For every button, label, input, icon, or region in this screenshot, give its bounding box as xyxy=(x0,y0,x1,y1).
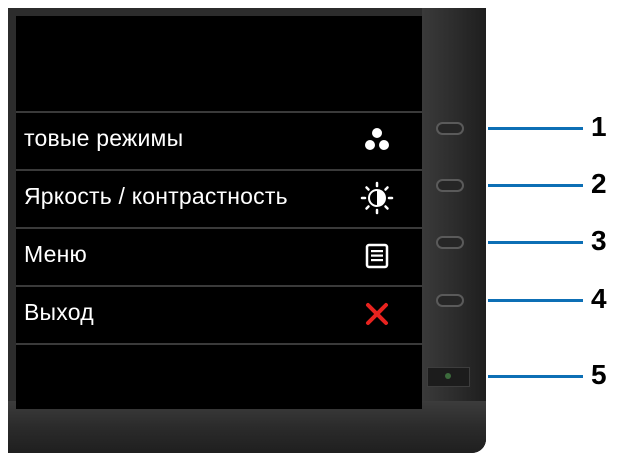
callout-line xyxy=(488,241,583,244)
osd-item-preset-modes[interactable]: товые режимы xyxy=(16,113,422,169)
osd-separator xyxy=(16,343,422,345)
callout-line xyxy=(488,375,583,378)
osd-item-label: Выход xyxy=(24,299,94,325)
preset-modes-icon xyxy=(365,128,389,150)
osd-item-menu[interactable]: Меню xyxy=(16,229,422,285)
osd-item-label: Яркость / контрастность xyxy=(24,183,288,209)
monitor-bezel: товые режимы Яркость / контрастность Мен… xyxy=(8,8,486,453)
monitor-button-3[interactable] xyxy=(436,236,464,249)
callout-line xyxy=(488,184,583,187)
monitor-button-1[interactable] xyxy=(436,122,464,135)
exit-icon xyxy=(366,303,388,325)
osd-item-exit[interactable]: Выход xyxy=(16,287,422,343)
callout-number: 1 xyxy=(591,111,607,142)
callout-number: 5 xyxy=(591,359,607,390)
osd-item-label: Меню xyxy=(24,241,87,267)
callout-line xyxy=(488,127,583,130)
callout-number: 2 xyxy=(591,168,607,199)
osd-item-brightness-contrast[interactable]: Яркость / контрастность xyxy=(16,171,422,227)
callout-number: 4 xyxy=(591,283,607,314)
power-led-icon xyxy=(445,373,451,379)
callout-line xyxy=(488,299,583,302)
monitor-button-2[interactable] xyxy=(436,179,464,192)
brightness-contrast-icon xyxy=(360,181,394,215)
menu-icon xyxy=(365,243,389,269)
osd-item-label: товые режимы xyxy=(24,125,184,151)
monitor-button-4[interactable] xyxy=(436,294,464,307)
power-button[interactable] xyxy=(427,367,470,387)
callout-number: 3 xyxy=(591,225,607,256)
monitor-screen: товые режимы Яркость / контрастность Мен… xyxy=(16,16,422,409)
